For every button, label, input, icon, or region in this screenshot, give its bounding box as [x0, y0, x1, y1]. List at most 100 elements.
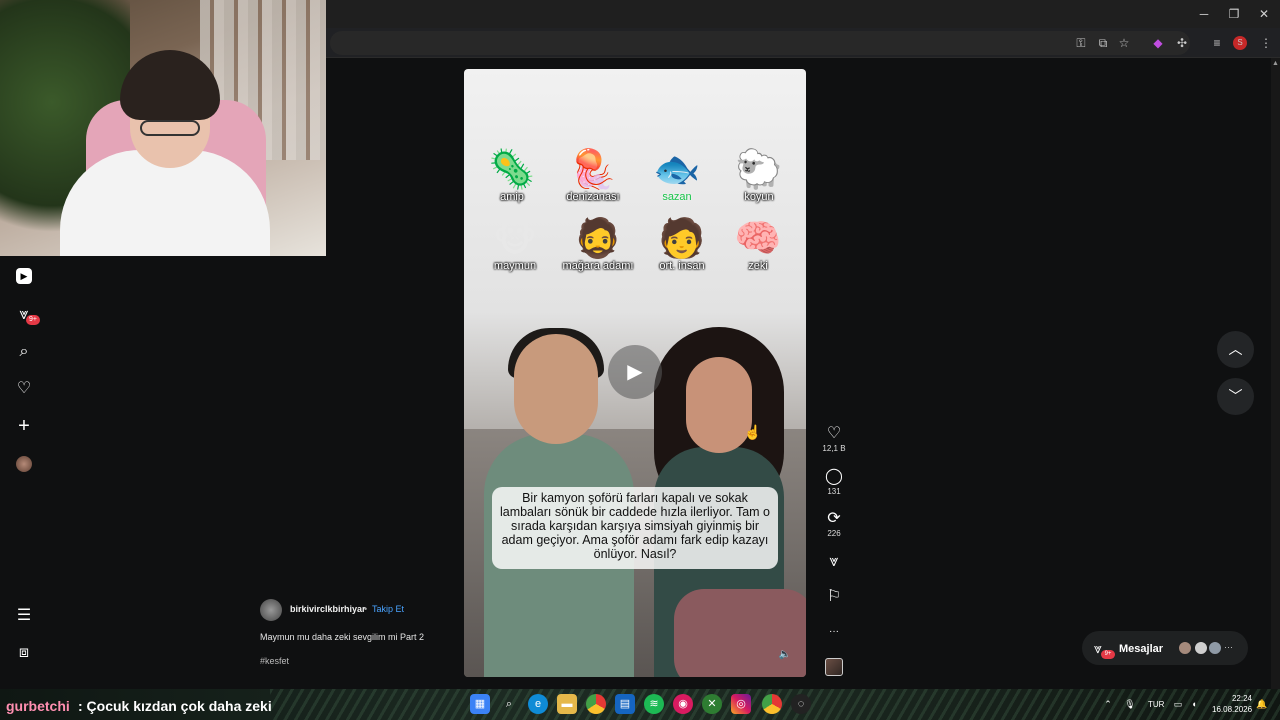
emoji-cell: 🐑 koyun — [719, 147, 799, 203]
messages-badge: 9+ — [1101, 650, 1115, 659]
menu-icon[interactable]: ⋮ — [1257, 34, 1275, 52]
apps-icon[interactable]: ⧈ — [14, 643, 34, 663]
close-window-button[interactable]: ✕ — [1250, 4, 1278, 24]
pillow — [674, 589, 806, 677]
media-icon[interactable]: ≡ — [1208, 34, 1226, 52]
menu-icon[interactable]: ☰ — [14, 606, 34, 626]
streamer-glasses — [140, 120, 200, 136]
messages-label: Mesajlar — [1119, 643, 1164, 655]
microphone-icon[interactable]: 🎙 — [1124, 698, 1136, 710]
minimize-button[interactable]: ─ — [1190, 4, 1218, 24]
create-icon[interactable]: + — [14, 416, 34, 436]
chat-message: : Çocuk kızdan çok daha zeki — [78, 698, 272, 714]
home-icon[interactable]: ▶ — [16, 268, 32, 284]
repost-count: 226 — [827, 529, 841, 538]
share-button[interactable]: ⩔ — [820, 552, 848, 572]
creator-avatar[interactable] — [260, 599, 282, 621]
video-player[interactable]: 🦠 amip 🪼 denizanası 🐟 sazan 🐑 koyun 🐵 ma… — [464, 69, 806, 677]
search-icon[interactable]: ⌕ — [499, 694, 519, 714]
language-indicator[interactable]: TUR — [1148, 700, 1164, 709]
monkey-icon: 🐵 — [493, 216, 537, 260]
mouse-cursor: ☝ — [744, 424, 762, 440]
emoji-label: mağara adamı — [562, 260, 634, 272]
emoji-cell: 🧠 zeki — [718, 216, 798, 272]
files-icon[interactable]: ▦ — [470, 694, 490, 714]
heart-icon: ♡ — [826, 425, 842, 442]
notification-badge: 9+ — [26, 315, 40, 325]
hashtag-link[interactable]: #kesfet — [260, 656, 289, 666]
person-icon: 🧑 — [658, 216, 706, 260]
repost-icon: ⟳ — [827, 510, 841, 527]
emoji-cell: 🐟 sazan — [637, 147, 717, 203]
jellyfish-icon: 🪼 — [569, 147, 617, 191]
obs-icon[interactable]: ◌ — [791, 694, 811, 714]
folder-icon[interactable]: ▬ — [557, 694, 577, 714]
chevron-down-icon: ﹀ — [1228, 388, 1243, 404]
notification-icon[interactable]: 🔔 — [1256, 698, 1268, 710]
emoji-cell: 🦠 amip — [472, 147, 552, 203]
previous-video-button[interactable]: ︿ — [1217, 331, 1254, 368]
heart-icon[interactable]: ♡ — [14, 379, 34, 399]
emoji-label: maymun — [493, 260, 537, 272]
like-count: 12,1 B — [822, 444, 846, 453]
emoji-label: amip — [500, 191, 524, 203]
emoji-label-highlighted: sazan — [662, 191, 692, 203]
emoji-label: ort. insan — [659, 260, 705, 272]
clock-time[interactable]: 22:24 — [1226, 694, 1252, 703]
extension-puzzle-icon[interactable]: ◆ — [1149, 34, 1167, 52]
profile-icon[interactable]: S — [1233, 36, 1247, 50]
share-icon: ⩔ — [829, 553, 839, 570]
caveman-icon: 🧔 — [574, 216, 622, 260]
scroll-up-icon[interactable]: ▲ — [1271, 60, 1280, 67]
chevron-up-icon: ︿ — [1228, 341, 1243, 357]
clock-date[interactable]: 16.08.2026 — [1212, 705, 1252, 714]
xbox-icon[interactable]: ✕ — [702, 694, 722, 714]
video-description: Maymun mu daha zeki sevgilim mi Part 2 — [260, 632, 425, 642]
edge-icon[interactable]: e — [528, 694, 548, 714]
key-icon[interactable]: ⚿ — [1072, 34, 1090, 52]
instagram-icon[interactable]: ◎ — [731, 694, 751, 714]
chrome-icon[interactable] — [586, 694, 606, 714]
separator-dot: • — [364, 604, 368, 614]
save-button[interactable]: ⚐ — [820, 587, 848, 607]
next-video-button[interactable]: ﹀ — [1217, 378, 1254, 415]
emoji-cell: 🐵 maymun — [475, 216, 555, 272]
more-options-button[interactable]: ··· — [820, 622, 848, 642]
bookmark-icon: ⚐ — [826, 588, 842, 605]
emoji-label: denizanası — [566, 191, 620, 203]
volume-icon[interactable]: 🔈 — [778, 649, 792, 663]
contact-avatar — [1208, 641, 1222, 655]
star-icon[interactable]: ☆ — [1115, 34, 1133, 52]
profile-avatar[interactable] — [16, 456, 32, 472]
install-icon[interactable]: ⧉ — [1094, 34, 1112, 52]
emoji-label: zeki — [748, 260, 768, 272]
follow-link[interactable]: Takip Et — [372, 604, 404, 614]
brain-icon: 🧠 — [734, 216, 782, 260]
like-button[interactable]: ♡ 12,1 B — [820, 424, 848, 454]
contact-avatar — [1178, 641, 1192, 655]
comment-button[interactable]: ◯ 131 — [820, 467, 848, 497]
chat-username: gurbetchi — [6, 698, 70, 714]
creator-username[interactable]: birkivirclkbirhiyar — [290, 604, 366, 614]
play-button[interactable]: ▶ — [608, 345, 662, 399]
maximize-button[interactable]: ❐ — [1220, 4, 1248, 24]
search-icon[interactable]: ⌕ — [14, 342, 34, 362]
question-caption: Bir kamyon şoförü farları kapalı ve soka… — [492, 487, 778, 569]
comment-count: 131 — [827, 487, 841, 496]
scrollbar[interactable] — [1271, 58, 1280, 689]
extensions-icon[interactable]: ✣ — [1173, 34, 1191, 52]
sheep-icon: 🐑 — [735, 147, 783, 191]
store-icon[interactable]: ▤ — [615, 694, 635, 714]
address-bar[interactable] — [330, 31, 1190, 55]
amoeba-icon: 🦠 — [488, 147, 536, 191]
webcam-overlay — [0, 0, 326, 256]
network-icon[interactable]: ▭ — [1172, 698, 1184, 710]
chrome-icon[interactable] — [762, 694, 782, 714]
app-icon[interactable]: ◉ — [673, 694, 693, 714]
repost-button[interactable]: ⟳ 226 — [820, 509, 848, 539]
spotify-icon[interactable]: ≋ — [644, 694, 664, 714]
volume-icon[interactable]: ◖ — [1188, 698, 1200, 710]
emoji-cell: 🧑 ort. insan — [642, 216, 722, 272]
sound-thumbnail[interactable] — [825, 658, 843, 676]
chevron-up-icon[interactable]: ⌃ — [1102, 698, 1114, 710]
